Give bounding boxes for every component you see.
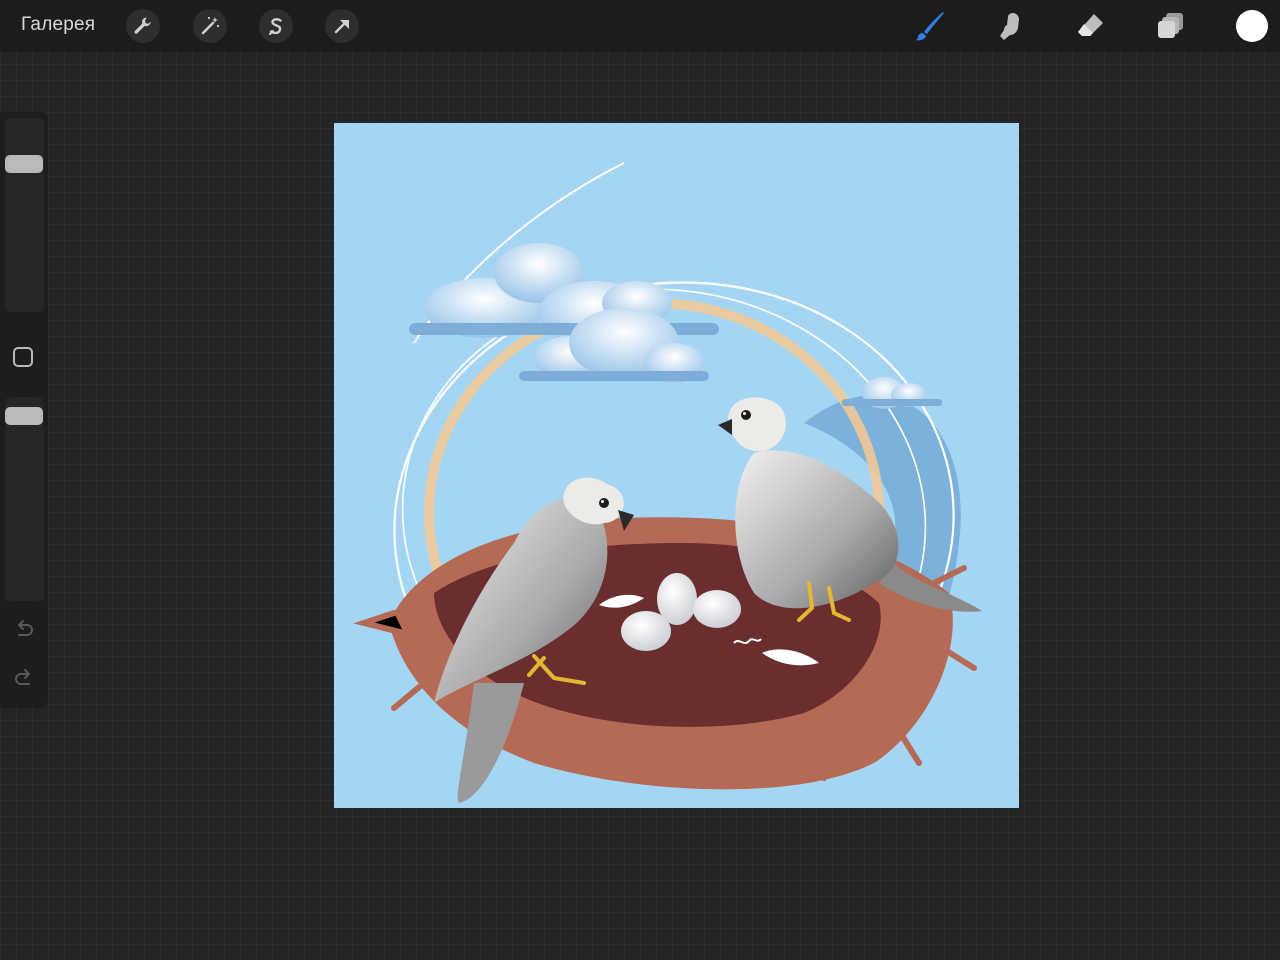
falcons-nest-illustration: [353, 162, 982, 803]
smudge-tool-button[interactable]: [990, 6, 1030, 46]
layers-icon: [1158, 13, 1183, 38]
selection-button[interactable]: [259, 9, 293, 43]
selection-s-icon: [269, 18, 282, 35]
brush-icon: [915, 12, 944, 41]
wrench-icon: [134, 17, 151, 34]
brush-size-slider[interactable]: [5, 118, 44, 312]
cloud-small: [842, 377, 942, 409]
artwork-canvas[interactable]: [334, 123, 1019, 808]
transform-button[interactable]: [325, 9, 359, 43]
layers-button[interactable]: [1151, 6, 1191, 46]
actions-button[interactable]: [126, 9, 160, 43]
brush-tool-button[interactable]: [910, 6, 950, 46]
smudge-finger-icon: [1000, 13, 1019, 40]
eraser-tool-button[interactable]: [1070, 6, 1110, 46]
undo-icon[interactable]: [12, 618, 36, 642]
adjustments-button[interactable]: [193, 9, 227, 43]
opacity-slider[interactable]: [5, 397, 44, 601]
magic-wand-icon: [201, 16, 220, 35]
arrow-cursor-icon: [334, 20, 349, 34]
gallery-button[interactable]: Галерея: [21, 14, 95, 36]
brush-size-thumb[interactable]: [5, 155, 43, 173]
opacity-thumb[interactable]: [5, 407, 43, 425]
redo-icon[interactable]: [12, 667, 36, 691]
modify-button[interactable]: [13, 347, 33, 367]
top-toolbar: Галерея: [0, 0, 1280, 52]
color-picker-button[interactable]: [1236, 10, 1268, 42]
left-sidebar: [0, 112, 48, 708]
eraser-icon: [1078, 14, 1103, 36]
